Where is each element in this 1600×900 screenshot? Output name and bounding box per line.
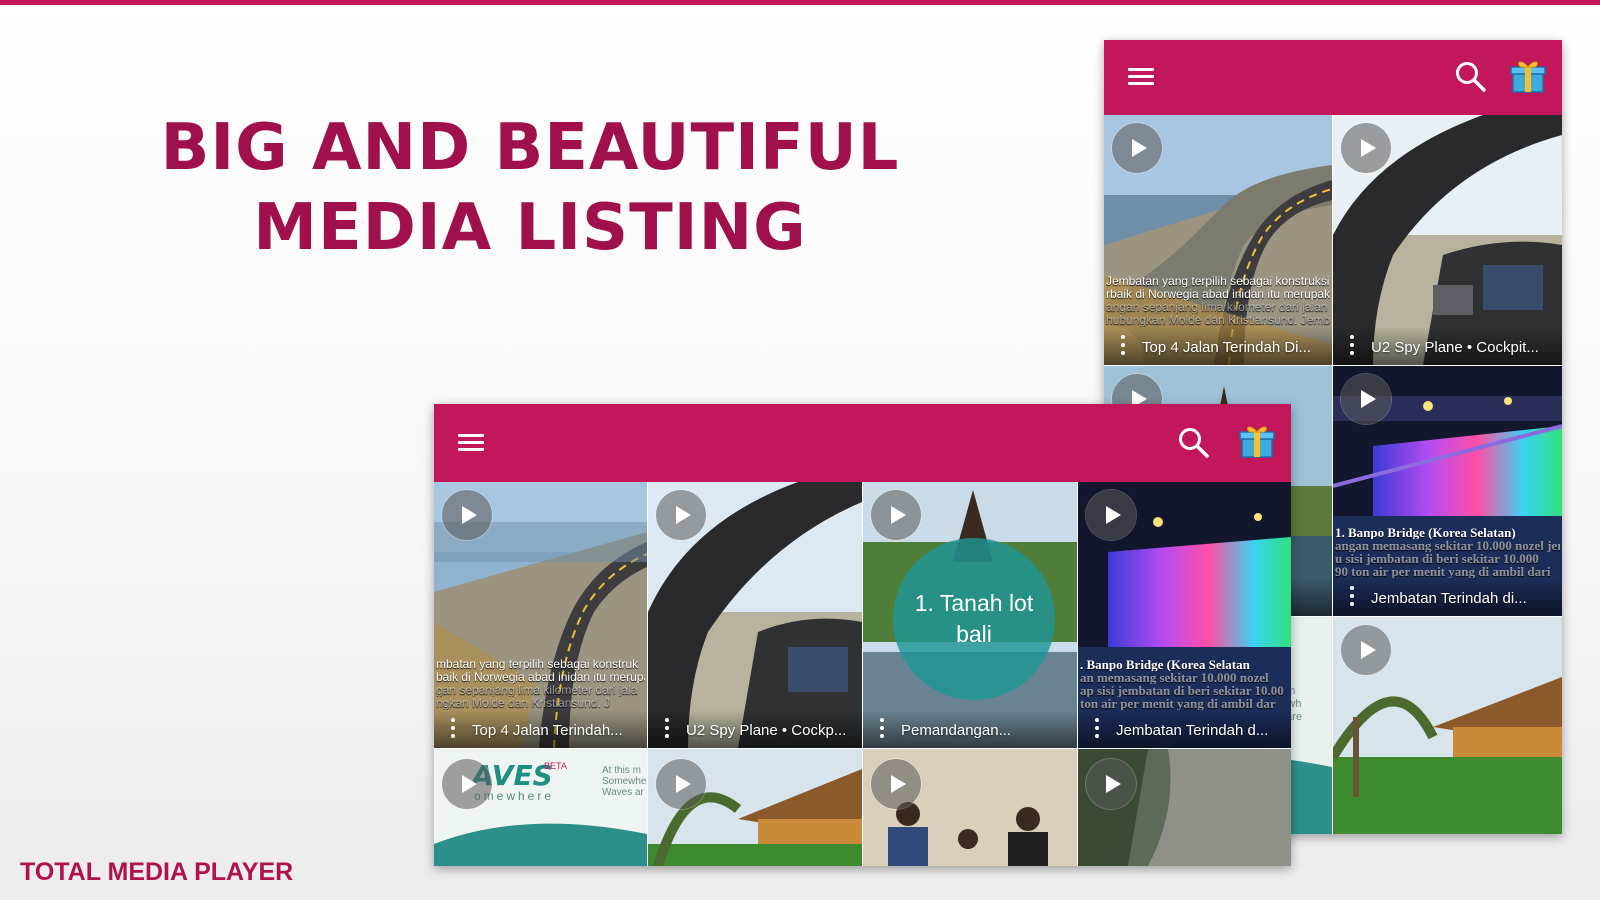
media-title: U2 Spy Plane • Cockpit...	[1371, 339, 1539, 356]
gift-icon[interactable]	[1509, 57, 1547, 95]
media-title: Jembatan Terindah d...	[1116, 722, 1269, 739]
tile-caption: Top 4 Jalan Terindah Di...	[1104, 327, 1332, 365]
play-icon[interactable]	[871, 759, 921, 809]
tile-caption: Pemandangan...	[863, 710, 1077, 748]
tile-caption: U2 Spy Plane • Cockpit...	[1333, 327, 1562, 365]
media-tile[interactable]	[648, 749, 862, 866]
play-icon[interactable]	[1112, 123, 1162, 173]
play-icon[interactable]	[871, 490, 921, 540]
media-title: Top 4 Jalan Terindah Di...	[1142, 339, 1311, 356]
search-icon[interactable]	[1177, 426, 1211, 460]
play-icon[interactable]	[656, 490, 706, 540]
top-accent-rule	[0, 0, 1600, 5]
more-options-icon[interactable]	[1094, 718, 1100, 740]
menu-icon[interactable]	[458, 434, 484, 452]
title-bubble: 1. Tanah lot bali	[893, 538, 1055, 700]
media-tile[interactable]: Jembatan yang terpilih sebagai konstruks…	[1104, 115, 1332, 365]
media-overlay-text: mbatan yang terpilih sebagai konstruk ba…	[436, 658, 645, 710]
tile-caption: Jembatan Terindah d...	[1078, 710, 1291, 748]
beta-badge: BETA	[544, 761, 567, 771]
more-options-icon[interactable]	[1120, 335, 1126, 357]
media-overlay-text: Jembatan yang terpilih sebagai konstruks…	[1106, 275, 1330, 327]
media-tile[interactable]: U2 Spy Plane • Cockp...	[648, 482, 862, 748]
more-options-icon[interactable]	[1349, 335, 1355, 357]
media-tile[interactable]: 1. Tanah lot bali Pemandangan...	[863, 482, 1077, 748]
gift-icon[interactable]	[1238, 422, 1276, 460]
play-icon[interactable]	[442, 759, 492, 809]
page-headline: BIG AND BEAUTIFUL MEDIA LISTING	[100, 108, 960, 268]
media-tile[interactable]	[863, 749, 1077, 866]
app-bar	[434, 404, 1291, 482]
media-tile[interactable]: 1. Banpo Bridge (Korea Selatan) angan me…	[1333, 366, 1562, 616]
media-overlay-text: . Banpo Bridge (Korea Selatan an memasan…	[1080, 658, 1284, 710]
media-tile[interactable]: mbatan yang terpilih sebagai konstruk ba…	[434, 482, 647, 748]
search-icon[interactable]	[1454, 60, 1488, 94]
play-icon[interactable]	[1341, 374, 1391, 424]
media-tile[interactable]: U2 Spy Plane • Cockpit...	[1333, 115, 1562, 365]
brand-label: TOTAL MEDIA PLAYER	[20, 858, 294, 886]
media-overlay-text: 1. Banpo Bridge (Korea Selatan) angan me…	[1335, 526, 1560, 578]
play-icon[interactable]	[442, 490, 492, 540]
media-tile[interactable]: . Banpo Bridge (Korea Selatan an memasan…	[1078, 482, 1291, 748]
play-icon[interactable]	[1086, 490, 1136, 540]
media-tile[interactable]	[1078, 749, 1291, 866]
front-phone-screen: mbatan yang terpilih sebagai konstruk ba…	[434, 404, 1291, 866]
headline-line-1: BIG AND BEAUTIFUL	[160, 111, 900, 185]
media-title: Top 4 Jalan Terindah...	[472, 722, 623, 739]
menu-icon[interactable]	[1128, 68, 1154, 86]
tile-caption: Top 4 Jalan Terindah...	[434, 710, 647, 748]
play-icon[interactable]	[656, 759, 706, 809]
media-grid: mbatan yang terpilih sebagai konstruk ba…	[434, 482, 1291, 866]
media-tile[interactable]	[1333, 617, 1562, 834]
more-options-icon[interactable]	[664, 718, 670, 740]
tile-caption: U2 Spy Plane • Cockp...	[648, 710, 862, 748]
more-options-icon[interactable]	[879, 718, 885, 740]
app-bar	[1104, 40, 1562, 115]
play-icon[interactable]	[1086, 759, 1136, 809]
more-options-icon[interactable]	[1349, 586, 1355, 608]
partial-text: At this m Somewhe Waves ar	[602, 765, 647, 798]
play-icon[interactable]	[1341, 123, 1391, 173]
media-title: Pemandangan...	[901, 722, 1012, 739]
headline-line-2: MEDIA LISTING	[253, 191, 807, 265]
more-options-icon[interactable]	[450, 718, 456, 740]
play-icon[interactable]	[1341, 625, 1391, 675]
media-title: Jembatan Terindah di...	[1371, 590, 1527, 607]
media-tile[interactable]: AVES BETA omewhere At this m Somewhe Wav…	[434, 749, 647, 866]
tile-caption: Jembatan Terindah di...	[1333, 578, 1562, 616]
media-title: U2 Spy Plane • Cockp...	[686, 722, 847, 739]
